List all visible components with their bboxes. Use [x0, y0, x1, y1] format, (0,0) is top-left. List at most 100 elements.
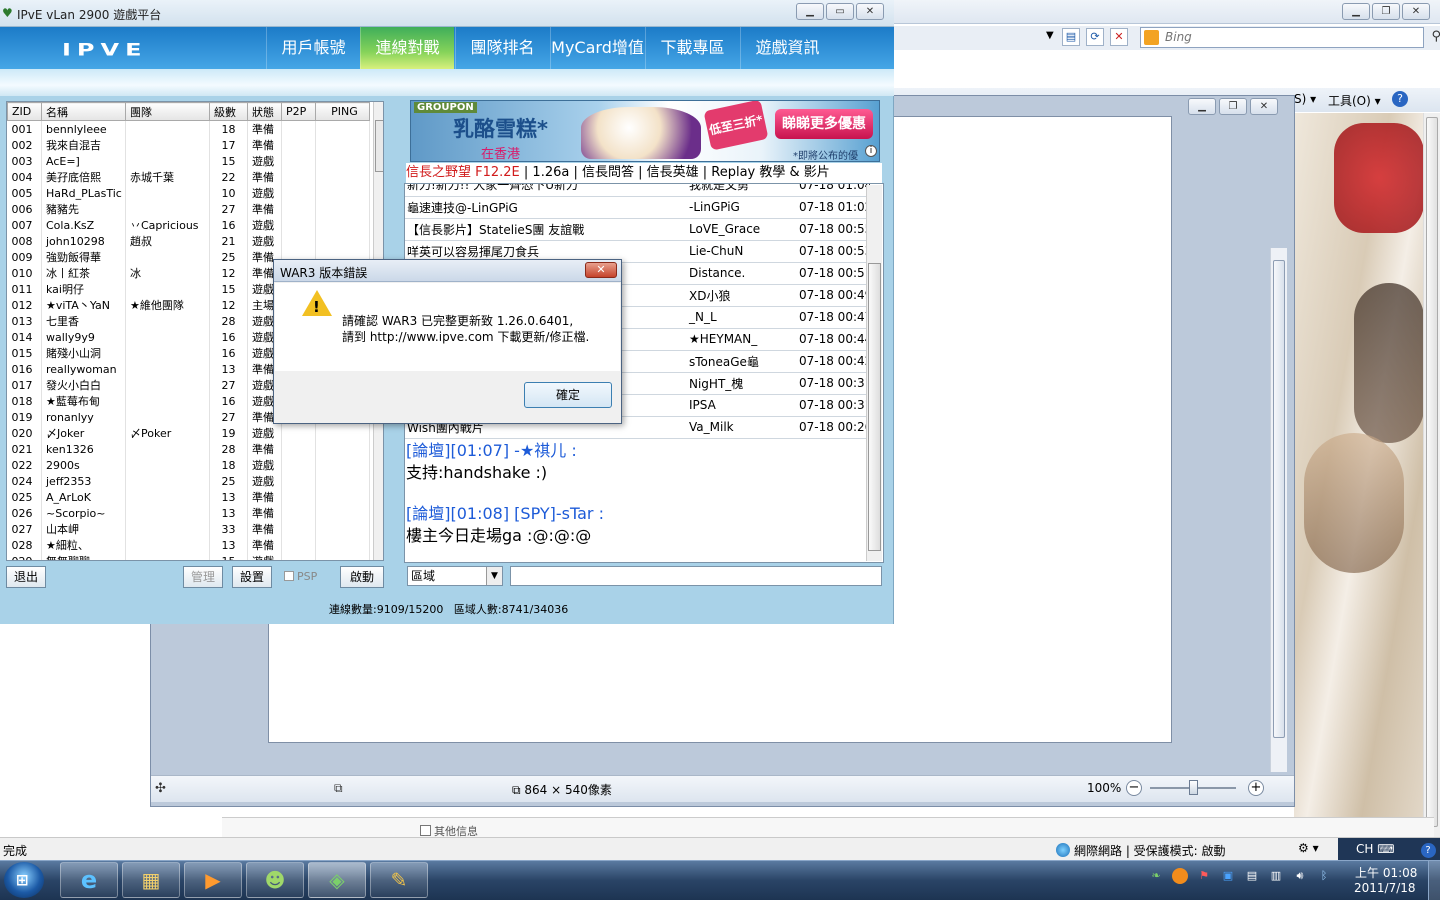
viewer-close-button[interactable]: ✕	[1250, 98, 1278, 115]
search-box[interactable]: ⚲	[1140, 27, 1440, 48]
close-button[interactable]: ✕	[1402, 3, 1430, 20]
dialog-close-button[interactable]: ✕	[585, 262, 617, 278]
player-row[interactable]: 004 美孖底倍熙 赤城千葉 22 準備	[7, 169, 370, 185]
explorer-taskbar-icon[interactable]: ▦	[122, 862, 180, 898]
ipve-minimize-button[interactable]: ▁	[796, 3, 824, 20]
minimize-button[interactable]: ▁	[1342, 3, 1370, 20]
compat-view-icon[interactable]: ▤	[1062, 28, 1080, 46]
col-team[interactable]: 團隊	[125, 102, 210, 121]
stop-icon[interactable]: ✕	[1110, 28, 1128, 46]
player-row[interactable]: 025 A_ArLoK 13 準備	[7, 489, 370, 505]
tray-flag-icon[interactable]: ⚑	[1196, 868, 1212, 884]
news-title[interactable]: 【信長影片】StatelieS團 友誼戰	[405, 218, 687, 241]
zoom-dropdown-icon[interactable]: ⚙ ▾	[1298, 841, 1319, 855]
exit-button[interactable]: 退出	[6, 566, 46, 588]
news-title[interactable]: 龜速連技@-LinGPiG	[405, 196, 687, 219]
tab-online-battle[interactable]: 連線對戰	[360, 27, 454, 69]
col-name[interactable]: 名稱	[41, 102, 126, 121]
launch-button[interactable]: 啟動	[340, 566, 384, 588]
page-menu[interactable]: S) ▾	[1294, 92, 1316, 106]
forum-links-text[interactable]: | 1.26a | 信長問答 | 信長英雄 | Replay 教學 & 影片	[520, 165, 830, 180]
player-row[interactable]: 008 john10298 趙叔 21 遊戲	[7, 233, 370, 249]
settings-button[interactable]: 設置	[232, 566, 272, 588]
tab-team-ranking[interactable]: 團隊排名	[455, 27, 549, 69]
groupon-banner[interactable]: GROUPON 乳酪雪糕* 在香港 低至三折* 睇睇更多優惠 *即將公布的優 i	[410, 100, 880, 162]
ipve-taskbar-icon[interactable]: ◈	[308, 862, 366, 898]
tray-monitor-icon[interactable]: ▤	[1244, 868, 1260, 884]
tab-mycard[interactable]: MyCard增值	[550, 27, 644, 69]
ie-taskbar-icon[interactable]: e	[60, 862, 118, 898]
col-zid[interactable]: ZID	[7, 102, 42, 121]
psp-checkbox[interactable]	[284, 571, 294, 581]
highlight-link[interactable]: 信長之野望 F12.2E	[406, 165, 520, 180]
crop-icon[interactable]: ⧉	[334, 781, 343, 796]
tray-app-icon[interactable]: ❧	[1148, 868, 1164, 884]
news-row[interactable]: 新力!新力!! 大家一齊恐下U新力 我就是文勇 07-18 01:04	[405, 184, 870, 197]
refresh-icon[interactable]: ⟳	[1086, 28, 1104, 46]
player-list-scroll-thumb[interactable]	[375, 120, 383, 172]
tab-downloads[interactable]: 下載專區	[645, 27, 739, 69]
player-row[interactable]: 024 jeff2353 25 遊戲	[7, 473, 370, 489]
player-row[interactable]: 002 我來自混吉 17 準備	[7, 137, 370, 153]
player-row[interactable]: 006 豬豬先 27 準備	[7, 201, 370, 217]
news-row[interactable]: 龜速連技@-LinGPiG -LinGPiG 07-18 01:02	[405, 196, 870, 219]
psp-option[interactable]: PSP	[284, 570, 317, 583]
paint-taskbar-icon[interactable]: ✎	[370, 862, 428, 898]
col-status[interactable]: 狀態	[247, 102, 282, 121]
security-zone[interactable]: 網際網路 | 受保護模式: 啟動	[1056, 842, 1226, 859]
viewer-scroll-thumb[interactable]	[1273, 260, 1285, 738]
messenger-taskbar-icon[interactable]: ☻	[246, 862, 304, 898]
browser-scrollbar[interactable]	[1423, 113, 1440, 837]
zoom-slider-knob[interactable]	[1189, 780, 1198, 795]
viewer-minimize-button[interactable]: ▁	[1188, 98, 1216, 115]
help-icon[interactable]: ?	[1420, 843, 1436, 858]
start-button[interactable]: ⊞	[4, 862, 44, 898]
col-ping[interactable]: PING	[315, 102, 370, 121]
ipve-maximize-button[interactable]: ▭	[826, 3, 854, 20]
news-scrollbar[interactable]	[866, 185, 882, 561]
chevron-down-icon[interactable]: ▼	[486, 567, 502, 585]
help-icon[interactable]: ?	[1392, 91, 1408, 107]
player-row[interactable]: 003 AcE=] 15 遊戲	[7, 153, 370, 169]
clock-time[interactable]: 上午 01:08	[1355, 864, 1417, 881]
tray-orange-icon[interactable]	[1172, 868, 1188, 884]
ok-button[interactable]: 確定	[524, 382, 612, 408]
tab-game-info[interactable]: 遊戲資訊	[740, 27, 834, 69]
player-row[interactable]: 029無無聊聊 15遊戲	[7, 553, 370, 560]
news-row[interactable]: 【信長影片】StatelieS團 友誼戰 LoVE_Grace 07-18 00:5…	[405, 218, 870, 241]
zoom-out-button[interactable]: −	[1126, 780, 1142, 796]
bluetooth-icon[interactable]: ᛒ	[1316, 868, 1332, 884]
chat-input[interactable]	[510, 566, 882, 586]
tray-network-app-icon[interactable]: ▣	[1220, 868, 1236, 884]
player-row[interactable]: 026 ~Scorpio~ 13 準備	[7, 505, 370, 521]
address-dropdown-icon[interactable]: ▼	[1046, 30, 1054, 41]
clock-date[interactable]: 2011/7/18	[1354, 881, 1416, 895]
player-row[interactable]: 005 HaRd_PLasTic 10 遊戲	[7, 185, 370, 201]
player-row[interactable]: 028 ★細粒、 13 準備	[7, 537, 370, 553]
maximize-button[interactable]: ❐	[1372, 3, 1400, 20]
move-icon[interactable]: ✣	[155, 781, 166, 796]
checkbox[interactable]	[420, 825, 431, 836]
viewer-scrollbar[interactable]	[1270, 248, 1287, 772]
player-row[interactable]: 007 Cola.KsZ 丷Capricious 16 遊戲	[7, 217, 370, 233]
info-icon[interactable]: i	[865, 145, 877, 157]
zone-select[interactable]: 區域 ▼	[407, 566, 503, 586]
col-p2p[interactable]: P2P	[281, 102, 316, 121]
tools-menu[interactable]: 工具(O) ▾	[1328, 92, 1381, 109]
viewer-maximize-button[interactable]: ❐	[1219, 98, 1247, 115]
show-desktop-button[interactable]	[1428, 861, 1440, 900]
manage-button[interactable]: 管理	[183, 566, 223, 588]
search-input[interactable]	[1165, 30, 1385, 44]
language-bar[interactable]: CH ⌨?	[1338, 838, 1440, 860]
player-row[interactable]: 021 ken1326 28 準備	[7, 441, 370, 457]
volume-icon[interactable]: 🔊︎	[1292, 868, 1308, 884]
tab-user-account[interactable]: 用戶帳號	[266, 27, 360, 69]
search-icon[interactable]: ⚲	[1431, 29, 1440, 44]
news-scroll-thumb[interactable]	[868, 263, 881, 551]
media-player-taskbar-icon[interactable]: ▶	[184, 862, 242, 898]
zoom-in-button[interactable]: +	[1248, 780, 1264, 796]
player-row[interactable]: 022 2900s 18 遊戲	[7, 457, 370, 473]
player-row[interactable]: 020 〆Joker 〆Poker 19 遊戲	[7, 425, 370, 441]
news-title[interactable]: 新力!新力!! 大家一齊恐下U新力	[405, 184, 687, 197]
player-row[interactable]: 001 bennlyleee 18 準備	[7, 120, 370, 137]
